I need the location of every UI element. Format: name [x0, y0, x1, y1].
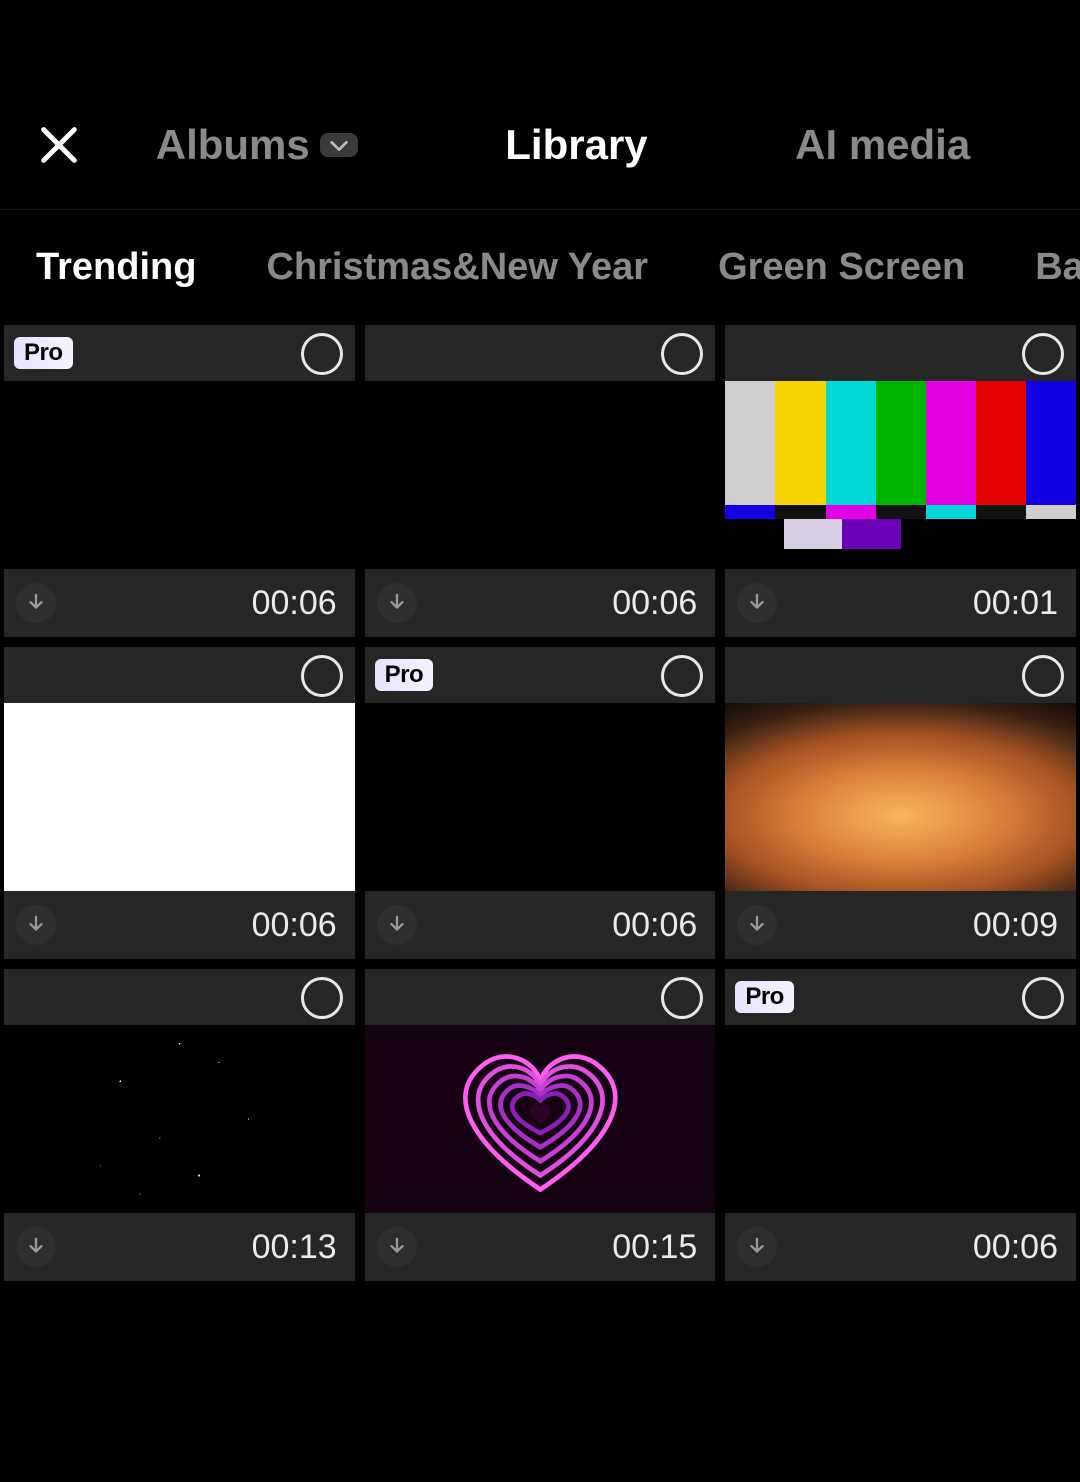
download-icon	[386, 1236, 408, 1258]
download-button[interactable]	[737, 905, 777, 945]
clip-card[interactable]: 00:13	[4, 969, 355, 1281]
pro-badge: Pro	[14, 337, 73, 369]
chevron-down-icon	[320, 133, 358, 157]
clip-bottom: 00:09	[725, 891, 1076, 959]
clip-bottom: 00:06	[365, 891, 716, 959]
clip-duration: 00:01	[973, 584, 1058, 623]
download-icon	[25, 1236, 47, 1258]
clip-bottom: 00:06	[365, 569, 716, 637]
clip-card[interactable]: 00:15	[365, 969, 716, 1281]
download-button[interactable]	[737, 583, 777, 623]
clip-duration: 00:06	[252, 584, 337, 623]
select-circle-icon[interactable]	[661, 977, 703, 1019]
clip-top	[365, 325, 716, 381]
clip-duration: 00:06	[612, 906, 697, 945]
clip-top	[365, 969, 716, 1025]
clip-bottom: 00:06	[4, 569, 355, 637]
download-icon	[746, 914, 768, 936]
category-green-screen[interactable]: Green Screen	[718, 246, 965, 289]
hearts-icon	[365, 1025, 716, 1213]
download-button[interactable]	[16, 583, 56, 623]
select-circle-icon[interactable]	[301, 333, 343, 375]
clip-bottom: 00:01	[725, 569, 1076, 637]
clip-bottom: 00:15	[365, 1213, 716, 1281]
download-icon	[386, 592, 408, 614]
select-circle-icon[interactable]	[1022, 977, 1064, 1019]
clip-thumbnail	[725, 703, 1076, 891]
download-button[interactable]	[16, 1227, 56, 1267]
top-tabs: Albums Library AI media	[82, 121, 1044, 169]
clip-duration: 00:13	[252, 1228, 337, 1267]
download-button[interactable]	[377, 1227, 417, 1267]
close-icon	[36, 122, 82, 168]
category-christmas-new-year[interactable]: Christmas&New Year	[266, 246, 648, 289]
tab-ai-media-label: AI media	[795, 121, 970, 169]
download-button[interactable]	[377, 583, 417, 623]
clip-duration: 00:06	[973, 1228, 1058, 1267]
download-icon	[25, 914, 47, 936]
tab-albums[interactable]: Albums	[156, 121, 358, 169]
clip-thumbnail	[4, 703, 355, 891]
download-icon	[386, 914, 408, 936]
download-button[interactable]	[737, 1227, 777, 1267]
pro-badge: Pro	[375, 659, 434, 691]
tab-albums-label: Albums	[156, 121, 310, 169]
clip-card[interactable]: 00:06	[4, 647, 355, 959]
clip-top	[4, 969, 355, 1025]
close-button[interactable]	[36, 122, 82, 168]
clip-top: Pro	[365, 647, 716, 703]
select-circle-icon[interactable]	[661, 655, 703, 697]
clip-duration: 00:06	[612, 584, 697, 623]
clip-bottom: 00:06	[725, 1213, 1076, 1281]
download-icon	[746, 592, 768, 614]
clip-card[interactable]: 00:06	[365, 325, 716, 637]
download-button[interactable]	[16, 905, 56, 945]
clip-bottom: 00:13	[4, 1213, 355, 1281]
select-circle-icon[interactable]	[661, 333, 703, 375]
tab-ai-media[interactable]: AI media	[795, 121, 970, 169]
clip-bottom: 00:06	[4, 891, 355, 959]
clip-duration: 00:06	[252, 906, 337, 945]
download-button[interactable]	[377, 905, 417, 945]
download-icon	[746, 1236, 768, 1258]
category-trending[interactable]: Trending	[36, 246, 196, 289]
select-circle-icon[interactable]	[301, 655, 343, 697]
select-circle-icon[interactable]	[301, 977, 343, 1019]
clip-card[interactable]: 00:09	[725, 647, 1076, 959]
select-circle-icon[interactable]	[1022, 333, 1064, 375]
tab-library[interactable]: Library	[505, 121, 647, 169]
clip-card[interactable]: Pro 00:06	[4, 325, 355, 637]
clip-duration: 00:15	[612, 1228, 697, 1267]
clip-top: Pro	[4, 325, 355, 381]
clip-thumbnail	[4, 381, 355, 569]
select-circle-icon[interactable]	[1022, 655, 1064, 697]
clip-thumbnail	[725, 381, 1076, 569]
clip-thumbnail	[365, 381, 716, 569]
clip-duration: 00:09	[973, 906, 1058, 945]
clip-card[interactable]: 00:01	[725, 325, 1076, 637]
header: Albums Library AI media	[0, 0, 1080, 210]
clip-grid: Pro 00:06 00:06	[0, 325, 1080, 1281]
clip-thumbnail	[365, 703, 716, 891]
clip-thumbnail	[365, 1025, 716, 1213]
pro-badge: Pro	[735, 981, 794, 1013]
clip-thumbnail	[4, 1025, 355, 1213]
tab-library-label: Library	[505, 121, 647, 169]
clip-top: Pro	[725, 969, 1076, 1025]
clip-card[interactable]: Pro 00:06	[725, 969, 1076, 1281]
clip-top	[725, 647, 1076, 703]
clip-thumbnail	[725, 1025, 1076, 1213]
clip-card[interactable]: Pro 00:06	[365, 647, 716, 959]
clip-top	[4, 647, 355, 703]
download-icon	[25, 592, 47, 614]
clip-top	[725, 325, 1076, 381]
category-background[interactable]: Background	[1035, 246, 1080, 289]
category-tabs[interactable]: Trending Christmas&New Year Green Screen…	[0, 210, 1080, 325]
